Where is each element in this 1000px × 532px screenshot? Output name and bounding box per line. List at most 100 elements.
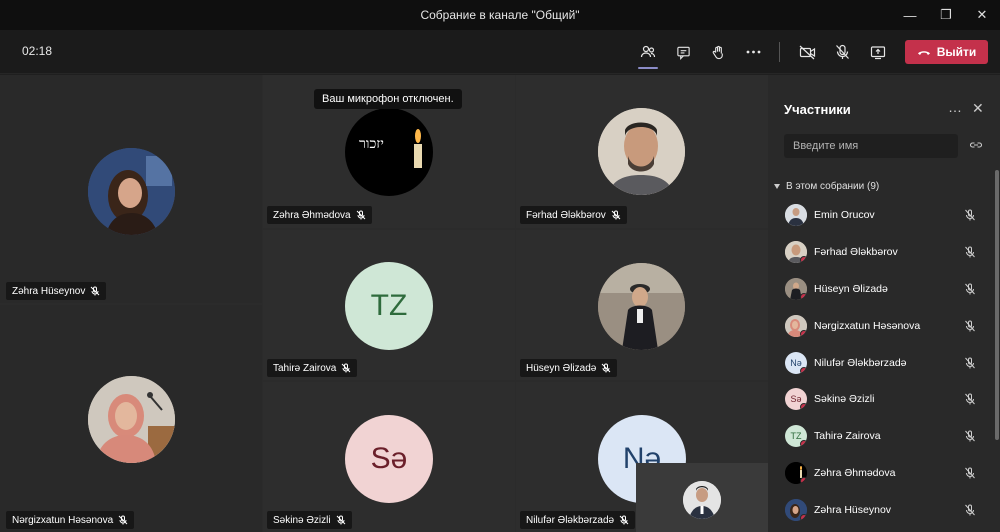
mic-off-icon <box>356 210 365 220</box>
avatar-text: יזכור <box>359 136 384 152</box>
participant-row[interactable]: Fərhad Ələkbərov <box>768 234 994 271</box>
camera-off-icon[interactable] <box>793 38 821 66</box>
participant-row[interactable]: Zəhra Əhmədova <box>768 455 994 492</box>
participant-name: Fərhad Ələkbərov <box>814 246 898 259</box>
name-tag: Zəhra Hüseynov <box>6 282 107 300</box>
close-window-icon[interactable]: ✕ <box>964 0 1000 30</box>
close-panel-icon[interactable]: ✕ <box>972 100 984 117</box>
restore-icon[interactable]: ❐ <box>928 0 964 30</box>
avatar <box>785 241 807 264</box>
participant-name: Tahirə Zairova <box>814 430 881 443</box>
meeting-timer: 02:18 <box>22 44 53 58</box>
video-tile[interactable]: Zəhra Hüseynov <box>0 75 262 303</box>
participant-row[interactable]: Sə Səkinə Əzizli <box>768 381 994 418</box>
avatar-initials: TZ <box>785 425 807 448</box>
avatar-initials: TZ <box>345 262 433 350</box>
mic-off-icon <box>965 393 975 405</box>
leave-label: Выйти <box>936 45 977 59</box>
participant-name: Nərgizxatun Həsənova <box>12 514 114 526</box>
mic-off-icon <box>336 515 345 525</box>
mic-off-icon <box>965 467 975 479</box>
meeting-toolbar: 02:18 Выйти <box>0 30 1000 74</box>
mic-muted-tooltip: Ваш микрофон отключен. <box>314 89 462 109</box>
initials-text: Sə <box>370 442 408 475</box>
mic-off-icon <box>965 246 975 258</box>
video-tile[interactable]: TZ Tahirə Zairova <box>263 230 515 380</box>
more-actions-icon[interactable] <box>739 38 767 66</box>
participant-name: Hüseyn Əlizadə <box>814 282 888 295</box>
panel-scrollbar[interactable] <box>995 170 999 440</box>
avatar-initials: Nə <box>785 351 807 374</box>
initials-text: TZ <box>790 431 802 442</box>
mic-off-icon <box>91 286 100 296</box>
avatar <box>88 148 175 235</box>
initials-text: Nə <box>790 357 802 368</box>
avatar <box>785 498 807 521</box>
avatar <box>683 481 721 519</box>
section-header[interactable]: В этом собрании (9) <box>774 181 879 192</box>
name-tag: Nilufər Ələkbərzadə <box>520 511 636 529</box>
participant-name: Səkinə Əzizli <box>814 393 875 406</box>
minimize-icon[interactable]: — <box>892 0 928 30</box>
video-tile[interactable]: Nərgizxatun Həsənova <box>0 305 262 532</box>
mic-off-icon <box>965 504 975 516</box>
participant-name: Zəhra Hüseynov <box>12 285 86 297</box>
participants-icon[interactable] <box>634 38 662 69</box>
toolbar-divider <box>779 42 780 62</box>
participant-row[interactable]: Nə Nilufər Ələkbərzadə <box>768 344 994 381</box>
panel-title: Участники <box>784 102 851 117</box>
participant-name: Zəhra Əhmədova <box>814 466 896 479</box>
title-bar: Собрание в канале "Общий" — ❐ ✕ <box>0 0 1000 30</box>
name-tag: Səkinə Əzizli <box>267 511 352 529</box>
mic-off-icon <box>619 515 629 525</box>
more-options-icon[interactable]: … <box>948 99 962 115</box>
avatar <box>785 314 807 337</box>
participant-row[interactable]: TZ Tahirə Zairova <box>768 418 994 455</box>
mic-off-icon <box>965 430 975 442</box>
candle-icon <box>414 129 422 168</box>
participant-name: Hüseyn Əlizadə <box>526 362 597 374</box>
video-tile[interactable]: Fərhad Ələkbərov <box>516 75 768 228</box>
participant-name: Səkinə Əzizli <box>273 514 331 526</box>
participant-search-input[interactable] <box>784 134 958 158</box>
participant-list: Emin Orucov Fərhad Ələkbərov Hüseyn Əliz… <box>768 197 994 528</box>
mic-off-icon <box>342 363 351 373</box>
avatar <box>598 263 685 350</box>
window-controls: — ❐ ✕ <box>892 0 1000 30</box>
section-label: В этом собрании (9) <box>786 181 880 192</box>
name-tag: Nərgizxatun Həsənova <box>6 511 135 529</box>
mic-off-icon <box>965 209 975 221</box>
chat-icon[interactable] <box>669 38 697 66</box>
avatar <box>88 376 175 463</box>
initials-text: TZ <box>370 289 408 322</box>
participant-row[interactable]: Nərgizxatun Həsənova <box>768 307 994 344</box>
participant-name: Fərhad Ələkbərov <box>526 209 606 221</box>
participant-row[interactable]: Emin Orucov <box>768 197 994 234</box>
share-screen-icon[interactable] <box>864 38 892 66</box>
video-tile[interactable]: Hüseyn Əlizadə <box>516 230 768 380</box>
participant-name: Zəhra Hüseynov <box>814 503 892 516</box>
participant-name: Tahirə Zairova <box>273 362 337 374</box>
participant-name: Zəhra Əhmədova <box>273 209 351 221</box>
leave-button[interactable]: Выйти <box>905 40 988 64</box>
window-title: Собрание в канале "Общий" <box>420 8 580 22</box>
participant-row[interactable]: Zəhra Hüseynov <box>768 491 994 528</box>
name-tag: Zəhra Əhmədova <box>267 206 372 224</box>
participant-row[interactable]: Hüseyn Əlizadə <box>768 271 994 308</box>
avatar <box>785 277 807 300</box>
raise-hand-icon[interactable] <box>704 38 732 66</box>
mic-off-icon <box>601 363 611 373</box>
self-view[interactable] <box>636 463 768 532</box>
participant-name: Nərgizxatun Həsənova <box>814 319 921 332</box>
participant-name: Nilufər Ələkbərzadə <box>526 514 615 526</box>
initials-text: Sə <box>790 394 802 405</box>
video-tile[interactable]: Sə Səkinə Əzizli <box>263 382 515 532</box>
mic-off-icon <box>965 357 975 369</box>
share-invite-icon[interactable] <box>969 139 983 153</box>
name-tag: Tahirə Zairova <box>267 359 358 377</box>
participant-name: Emin Orucov <box>814 209 875 222</box>
avatar-initials: Sə <box>345 415 433 503</box>
mic-off-icon[interactable] <box>828 38 856 66</box>
avatar: יזכור <box>345 108 433 196</box>
participant-name: Nilufər Ələkbərzadə <box>814 356 907 369</box>
